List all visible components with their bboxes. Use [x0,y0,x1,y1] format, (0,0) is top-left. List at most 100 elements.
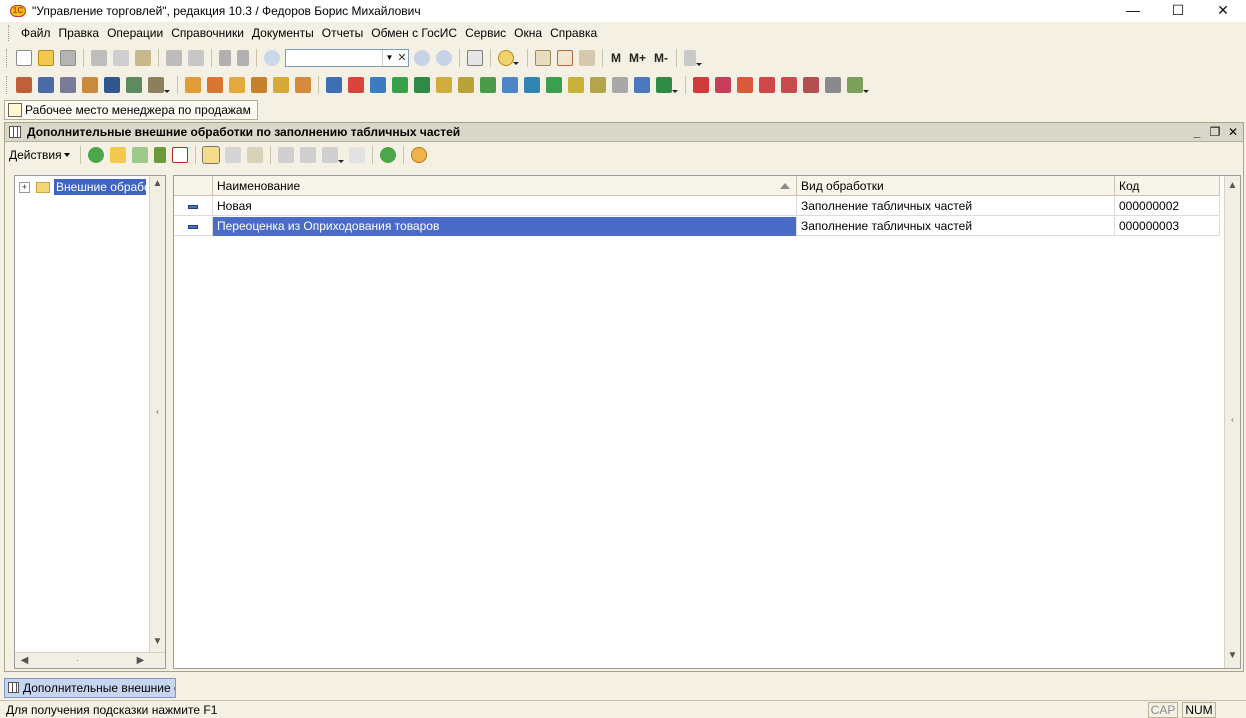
find-next-icon[interactable] [414,50,430,66]
inner-minimize-button[interactable]: _ [1189,124,1205,140]
inner-window-title-bar[interactable]: Дополнительные внешние обработки по запо… [5,123,1243,142]
report-check-icon[interactable] [847,77,869,93]
help-icon[interactable] [410,147,427,163]
inner-close-button[interactable]: ✕ [1225,124,1241,140]
column-header-icon[interactable] [174,176,213,196]
table-vertical-scrollbar[interactable]: ▲ ‹ ▼ [1224,176,1240,668]
maximize-button[interactable]: ☐ [1155,0,1201,22]
write-off-icon[interactable] [458,77,474,93]
catalog-icon[interactable] [38,77,54,93]
nomenclature-icon[interactable] [126,77,142,93]
menu-service[interactable]: Сервис [461,22,510,44]
invoice-icon[interactable] [229,77,245,93]
menu-edit[interactable]: Правка [55,22,104,44]
search-icon[interactable] [264,50,280,66]
scroll-thumb-icon[interactable]: ‹ [1225,412,1240,428]
report-balance-icon[interactable] [803,77,819,93]
copy-icon[interactable] [113,50,129,66]
memory-minus-button[interactable]: M- [654,51,668,65]
return-icon[interactable] [348,77,364,93]
add-group-icon[interactable] [109,147,126,163]
users-icon[interactable] [579,50,595,66]
processings-table[interactable]: Наименование Вид обработки Код Новая Зап… [173,175,1241,669]
analysis-icon[interactable] [148,77,170,93]
cash-order-icon[interactable] [634,77,650,93]
price-setting-icon[interactable] [524,77,540,93]
delete-mark-icon[interactable] [171,147,188,163]
menu-file[interactable]: Файл [17,22,55,44]
menu-documents[interactable]: Документы [248,22,318,44]
menu-grip[interactable] [8,25,11,41]
calendar-icon[interactable] [557,50,573,66]
inner-restore-button[interactable]: ❐ [1207,124,1223,140]
report-sales-icon[interactable] [693,77,709,93]
cell-code[interactable]: 000000002 [1115,197,1220,216]
completion-icon[interactable] [546,77,562,93]
scroll-up-icon[interactable]: ▲ [1225,178,1240,194]
tree-item-external-processings[interactable]: + Внешние обработки [17,178,146,196]
memory-button[interactable]: M [611,51,621,65]
column-header-name[interactable]: Наименование [213,176,797,196]
cell-code[interactable]: 000000003 [1115,217,1220,236]
filter-history-icon[interactable] [321,147,344,163]
up-level-icon[interactable] [246,147,263,163]
report-list-icon[interactable] [825,77,841,93]
checking-icon[interactable] [590,77,606,93]
move-to-group-icon[interactable] [224,147,241,163]
toolbar-grip[interactable] [6,49,9,67]
cell-name[interactable]: Новая [213,197,797,216]
groups-tree[interactable]: + Внешние обработки ▲ ‹ ▼ ◀ · ▶ [14,175,166,669]
report-turnover-icon[interactable] [759,77,775,93]
clear-filter-icon[interactable] [348,147,365,163]
calculator-icon[interactable] [535,50,551,66]
refresh-icon[interactable] [379,147,396,163]
scroll-right-icon[interactable]: ▶ [133,653,148,669]
bank-icon[interactable] [656,77,678,93]
filter-icon[interactable] [277,147,294,163]
table-row[interactable]: Новая Заполнение табличных частей 000000… [174,197,1220,216]
scroll-down-icon[interactable]: ▼ [1225,648,1240,664]
menu-reports[interactable]: Отчеты [318,22,367,44]
scroll-left-icon[interactable]: ◀ [17,653,32,669]
order-icon[interactable] [185,77,201,93]
redo-icon[interactable] [237,50,249,66]
copy-item-icon[interactable] [131,147,148,163]
filter-by-value-icon[interactable] [299,147,316,163]
order-supplier-icon[interactable] [207,77,223,93]
report-profit-icon[interactable] [781,77,797,93]
info-icon[interactable] [498,50,519,66]
settings-icon[interactable] [684,50,703,66]
hierarchy-view-icon[interactable] [201,146,220,164]
column-header-code[interactable]: Код [1115,176,1220,196]
tree-horizontal-scrollbar[interactable]: ◀ · ▶ [15,652,165,668]
tree-expand-icon[interactable]: + [19,181,30,193]
toolbar-grip[interactable] [6,76,9,94]
move-goods-icon[interactable] [392,77,408,93]
save-icon[interactable] [60,50,76,66]
add-icon[interactable] [87,147,104,163]
printer-list-icon[interactable] [60,77,76,93]
find-previous-icon[interactable] [436,50,452,66]
transfer-icon[interactable] [414,77,430,93]
print-preview-icon[interactable] [188,50,204,66]
menu-gosis-exchange[interactable]: Обмен с ГосИС [367,22,461,44]
scroll-thumb-icon[interactable]: · [70,653,85,669]
cell-name[interactable]: Переоценка из Оприходования товаров [213,217,797,236]
edit-icon[interactable] [153,147,166,163]
sales-icon[interactable] [326,77,342,93]
reports-icon[interactable] [82,77,98,93]
windows-list-icon[interactable] [467,50,483,66]
scroll-up-icon[interactable]: ▲ [150,176,165,192]
table-row-selected[interactable]: Переоценка из Оприходования товаров Запо… [174,217,1220,236]
payment-icon[interactable] [273,77,289,93]
realization-icon[interactable] [370,77,386,93]
journal-icon[interactable] [16,77,32,93]
cell-type[interactable]: Заполнение табличных частей [797,217,1115,236]
contractors-icon[interactable] [104,77,120,93]
goods-receipt-icon[interactable] [251,77,267,93]
menu-catalogs[interactable]: Справочники [167,22,248,44]
revaluation-icon[interactable] [502,77,518,93]
column-header-type[interactable]: Вид обработки [797,176,1115,196]
menu-operations[interactable]: Операции [103,22,167,44]
doc-settlement-icon[interactable] [612,77,628,93]
